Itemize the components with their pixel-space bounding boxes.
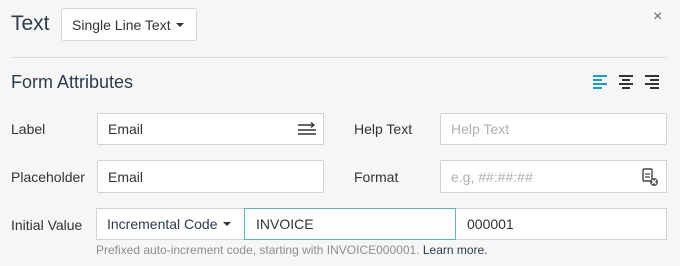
start-number-input[interactable]: 000001 — [456, 208, 667, 240]
placeholder-input-value: Email — [108, 168, 144, 185]
placeholder-input[interactable]: Email — [97, 160, 324, 193]
field-type-dropdown[interactable]: Single Line Text — [61, 8, 197, 41]
initial-value-mode-label: Incremental Code — [107, 216, 218, 232]
initial-value-help: Prefixed auto-increment code, starting w… — [96, 243, 488, 257]
label-input[interactable]: Email — [97, 113, 291, 145]
initial-value-help-text: Prefixed auto-increment code, starting w… — [96, 243, 420, 257]
align-center-icon[interactable] — [619, 75, 633, 89]
format-placeholder: e.g, ##:##:## — [451, 168, 533, 185]
field-type-label: Single Line Text — [72, 16, 171, 33]
placeholder-field-label: Placeholder — [11, 169, 85, 185]
help-text-placeholder: Help Text — [451, 121, 510, 137]
align-right-icon[interactable] — [645, 75, 659, 89]
start-number-value: 000001 — [467, 216, 514, 232]
section-title: Form Attributes — [11, 72, 134, 92]
initial-value-field-label: Initial Value — [11, 217, 83, 233]
prefix-input[interactable]: INVOICE — [244, 208, 456, 240]
translate-button[interactable] — [290, 113, 324, 145]
label-field-label: Label — [11, 121, 46, 137]
chevron-down-icon — [222, 222, 231, 226]
chevron-down-icon — [175, 22, 184, 27]
eraser-icon — [641, 167, 658, 186]
format-field-label: Format — [354, 169, 399, 185]
close-icon[interactable]: × — [653, 9, 662, 25]
label-input-value: Email — [108, 121, 144, 137]
panel-title: Text — [11, 12, 50, 35]
align-left-icon[interactable] — [593, 75, 607, 89]
clear-format-button[interactable] — [633, 160, 667, 193]
divider — [11, 57, 667, 58]
help-text-input[interactable]: Help Text — [440, 113, 667, 145]
help-text-field-label: Help Text — [354, 121, 413, 137]
format-input[interactable]: e.g, ##:##:## — [440, 160, 634, 193]
prefix-input-value: INVOICE — [256, 216, 314, 232]
swap-lines-icon — [297, 122, 316, 135]
initial-value-mode-dropdown[interactable]: Incremental Code — [96, 208, 245, 240]
learn-more-link[interactable]: Learn more. — [423, 243, 488, 257]
